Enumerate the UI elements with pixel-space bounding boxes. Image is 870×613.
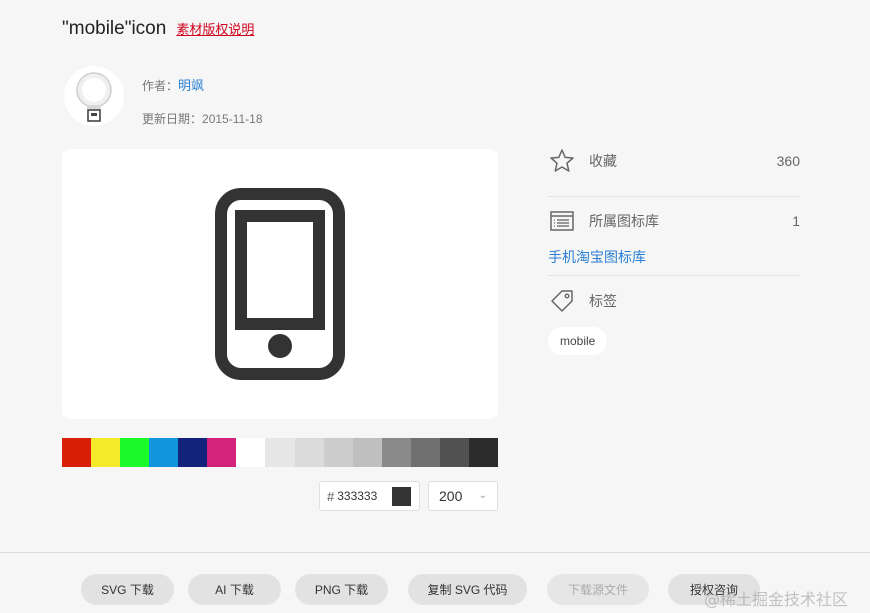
current-color-chip[interactable] [392,487,411,506]
chevron-down-icon: ⌄ [478,490,487,501]
color-swatch[interactable] [468,438,498,467]
color-hex-value: 333333 [337,489,378,503]
tags-row: 标签 [548,286,800,316]
divider [548,275,800,276]
color-swatch[interactable] [91,438,121,467]
author-name-link[interactable]: 明飒 [178,78,204,93]
favorites-row[interactable]: 收藏 360 [548,146,800,176]
title-row: "mobile"icon 素材版权说明 [62,18,254,40]
hash-symbol: # [327,488,335,504]
page-title: "mobile"icon [62,18,167,39]
author-label: 作者： [142,79,179,93]
color-swatch[interactable] [62,438,92,467]
library-link[interactable]: 手机淘宝图标库 [548,247,646,267]
color-swatch[interactable] [439,438,469,467]
tag-mobile[interactable]: mobile [548,327,608,355]
color-swatch[interactable] [323,438,353,467]
download-source-button[interactable]: 下载源文件 [547,574,649,605]
star-icon [548,147,576,175]
site-watermark: @稀土掘金技术社区 [704,590,849,609]
color-swatch[interactable] [352,438,382,467]
divider [548,196,800,197]
size-select[interactable]: 200 ⌄ [428,481,498,511]
library-icon [548,207,576,235]
favorites-count: 360 [776,153,800,169]
color-swatch[interactable] [207,438,237,467]
color-swatch[interactable] [236,438,266,467]
footer-divider [0,552,870,553]
ai-download-button[interactable]: AI 下载 [188,574,281,605]
color-hex-input[interactable]: # 333333 [319,481,420,511]
color-swatch[interactable] [265,438,295,467]
library-label: 所属图标库 [589,213,659,229]
lightbulb-icon [76,72,112,122]
color-swatch[interactable] [410,438,440,467]
mobile-phone-icon [215,188,345,380]
favorites-label: 收藏 [589,153,617,169]
author-block: 作者：明飒 更新日期：2015-11-18 [64,66,504,130]
color-swatch[interactable] [381,438,411,467]
png-download-button[interactable]: PNG 下载 [295,574,388,605]
copyright-notice-link[interactable]: 素材版权说明 [176,19,254,38]
copy-svg-code-button[interactable]: 复制 SVG 代码 [408,574,527,605]
icon-preview [62,149,498,419]
size-value: 200 [439,488,463,504]
library-row: 所属图标库 1 [548,206,800,236]
color-swatch[interactable] [178,438,208,467]
update-date-line: 更新日期：2015-11-18 [142,110,263,127]
color-swatch[interactable] [149,438,179,467]
color-swatch[interactable] [294,438,324,467]
color-palette [62,438,498,467]
author-line: 作者：明飒 [142,75,204,94]
avatar[interactable] [64,66,124,126]
tag-icon [548,287,576,315]
svg-download-button[interactable]: SVG 下载 [81,574,174,605]
color-swatch[interactable] [120,438,150,467]
tags-label: 标签 [589,293,617,309]
library-count: 1 [792,213,800,229]
update-date: 2015-11-18 [202,112,263,126]
date-label: 更新日期： [142,112,203,126]
